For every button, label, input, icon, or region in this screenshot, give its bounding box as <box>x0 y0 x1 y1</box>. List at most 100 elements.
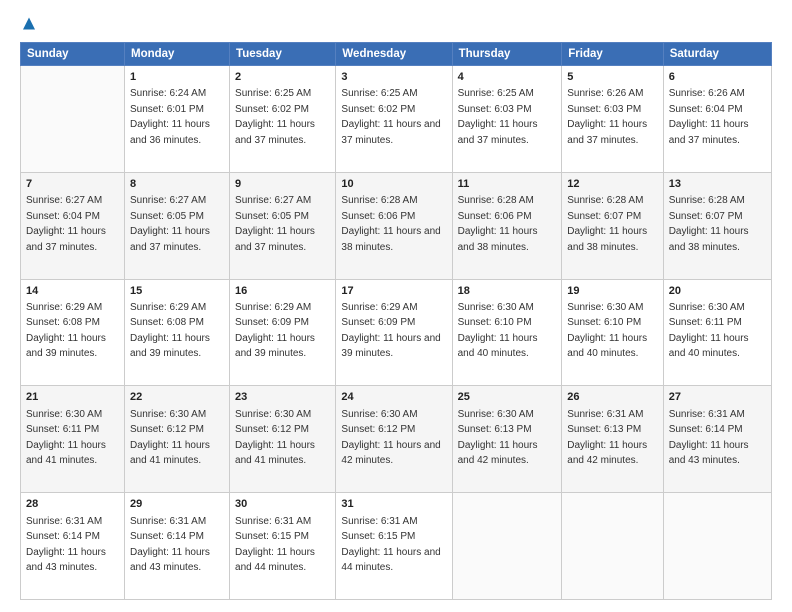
cell-info: Sunrise: 6:30 AMSunset: 6:11 PMDaylight:… <box>26 409 106 467</box>
week-row-2: 14 Sunrise: 6:29 AMSunset: 6:08 PMDayligh… <box>21 279 772 386</box>
cell-info: Sunrise: 6:25 AMSunset: 6:02 PMDaylight:… <box>341 88 440 146</box>
day-number: 23 <box>235 390 330 405</box>
day-number: 6 <box>669 70 766 85</box>
day-number: 5 <box>567 70 657 85</box>
cell-info: Sunrise: 6:30 AMSunset: 6:10 PMDaylight:… <box>567 302 647 360</box>
day-number: 24 <box>341 390 446 405</box>
calendar-cell: 14 Sunrise: 6:29 AMSunset: 6:08 PMDayligh… <box>21 279 125 386</box>
header <box>20 16 772 34</box>
calendar-cell <box>663 493 771 600</box>
cell-info: Sunrise: 6:25 AMSunset: 6:03 PMDaylight:… <box>458 88 538 146</box>
day-number: 26 <box>567 390 657 405</box>
calendar-cell: 13Sunrise: 6:28 AMSunset: 6:07 PMDayligh… <box>663 172 771 279</box>
day-number: 14 <box>26 284 119 299</box>
day-number: 22 <box>130 390 224 405</box>
calendar-cell: 18 Sunrise: 6:30 AMSunset: 6:10 PMDayligh… <box>452 279 562 386</box>
day-number: 2 <box>235 70 330 85</box>
logo <box>20 16 42 34</box>
day-number: 18 <box>458 284 557 299</box>
cell-info: Sunrise: 6:30 AMSunset: 6:12 PMDaylight:… <box>341 409 440 467</box>
logo-icon <box>20 16 38 34</box>
day-number: 31 <box>341 497 446 512</box>
cell-info: Sunrise: 6:30 AMSunset: 6:10 PMDaylight:… <box>458 302 538 360</box>
week-row-4: 28 Sunrise: 6:31 AMSunset: 6:14 PMDayligh… <box>21 493 772 600</box>
cell-info: Sunrise: 6:27 AMSunset: 6:05 PMDaylight:… <box>235 195 315 253</box>
calendar-cell: 23 Sunrise: 6:30 AMSunset: 6:12 PMDayligh… <box>230 386 336 493</box>
calendar-cell: 21 Sunrise: 6:30 AMSunset: 6:11 PMDayligh… <box>21 386 125 493</box>
cell-info: Sunrise: 6:31 AMSunset: 6:15 PMDaylight:… <box>235 516 315 574</box>
cell-info: Sunrise: 6:24 AMSunset: 6:01 PMDaylight:… <box>130 88 210 146</box>
calendar-cell: 28 Sunrise: 6:31 AMSunset: 6:14 PMDayligh… <box>21 493 125 600</box>
week-row-1: 7 Sunrise: 6:27 AMSunset: 6:04 PMDaylight… <box>21 172 772 279</box>
cell-info: Sunrise: 6:29 AMSunset: 6:08 PMDaylight:… <box>130 302 210 360</box>
calendar-cell: 29Sunrise: 6:31 AMSunset: 6:14 PMDayligh… <box>125 493 230 600</box>
calendar-table: SundayMondayTuesdayWednesdayThursdayFrid… <box>20 42 772 600</box>
col-header-friday: Friday <box>562 43 663 66</box>
day-number: 27 <box>669 390 766 405</box>
calendar-cell: 17 Sunrise: 6:29 AMSunset: 6:09 PMDayligh… <box>336 279 452 386</box>
day-number: 28 <box>26 497 119 512</box>
calendar-cell <box>21 66 125 173</box>
cell-info: Sunrise: 6:29 AMSunset: 6:08 PMDaylight:… <box>26 302 106 360</box>
cell-info: Sunrise: 6:25 AMSunset: 6:02 PMDaylight:… <box>235 88 315 146</box>
cell-info: Sunrise: 6:30 AMSunset: 6:13 PMDaylight:… <box>458 409 538 467</box>
calendar-cell: 8Sunrise: 6:27 AMSunset: 6:05 PMDaylight… <box>125 172 230 279</box>
calendar-cell: 16 Sunrise: 6:29 AMSunset: 6:09 PMDayligh… <box>230 279 336 386</box>
calendar-cell: 10 Sunrise: 6:28 AMSunset: 6:06 PMDayligh… <box>336 172 452 279</box>
day-number: 16 <box>235 284 330 299</box>
day-number: 12 <box>567 177 657 192</box>
col-header-wednesday: Wednesday <box>336 43 452 66</box>
calendar-cell: 2 Sunrise: 6:25 AMSunset: 6:02 PMDaylight… <box>230 66 336 173</box>
col-header-thursday: Thursday <box>452 43 562 66</box>
calendar-cell: 5 Sunrise: 6:26 AMSunset: 6:03 PMDaylight… <box>562 66 663 173</box>
cell-info: Sunrise: 6:29 AMSunset: 6:09 PMDaylight:… <box>235 302 315 360</box>
day-number: 11 <box>458 177 557 192</box>
day-number: 3 <box>341 70 446 85</box>
cell-info: Sunrise: 6:31 AMSunset: 6:15 PMDaylight:… <box>341 516 440 574</box>
calendar-cell: 11 Sunrise: 6:28 AMSunset: 6:06 PMDayligh… <box>452 172 562 279</box>
day-number: 25 <box>458 390 557 405</box>
day-number: 20 <box>669 284 766 299</box>
day-number: 29 <box>130 497 224 512</box>
cell-info: Sunrise: 6:26 AMSunset: 6:03 PMDaylight:… <box>567 88 647 146</box>
day-number: 4 <box>458 70 557 85</box>
calendar-cell: 30 Sunrise: 6:31 AMSunset: 6:15 PMDayligh… <box>230 493 336 600</box>
day-number: 30 <box>235 497 330 512</box>
cell-info: Sunrise: 6:31 AMSunset: 6:14 PMDaylight:… <box>26 516 106 574</box>
calendar-cell: 12 Sunrise: 6:28 AMSunset: 6:07 PMDayligh… <box>562 172 663 279</box>
day-number: 17 <box>341 284 446 299</box>
day-number: 13 <box>669 177 766 192</box>
calendar-cell: 22Sunrise: 6:30 AMSunset: 6:12 PMDayligh… <box>125 386 230 493</box>
cell-info: Sunrise: 6:28 AMSunset: 6:06 PMDaylight:… <box>458 195 538 253</box>
day-number: 7 <box>26 177 119 192</box>
cell-info: Sunrise: 6:29 AMSunset: 6:09 PMDaylight:… <box>341 302 440 360</box>
calendar-cell: 20Sunrise: 6:30 AMSunset: 6:11 PMDayligh… <box>663 279 771 386</box>
calendar-cell: 1Sunrise: 6:24 AMSunset: 6:01 PMDaylight… <box>125 66 230 173</box>
cell-info: Sunrise: 6:31 AMSunset: 6:13 PMDaylight:… <box>567 409 647 467</box>
calendar-cell: 19Sunrise: 6:30 AMSunset: 6:10 PMDayligh… <box>562 279 663 386</box>
col-header-tuesday: Tuesday <box>230 43 336 66</box>
day-number: 10 <box>341 177 446 192</box>
week-row-0: 1Sunrise: 6:24 AMSunset: 6:01 PMDaylight… <box>21 66 772 173</box>
calendar-cell: 25 Sunrise: 6:30 AMSunset: 6:13 PMDayligh… <box>452 386 562 493</box>
cell-info: Sunrise: 6:31 AMSunset: 6:14 PMDaylight:… <box>669 409 749 467</box>
calendar-cell: 4 Sunrise: 6:25 AMSunset: 6:03 PMDaylight… <box>452 66 562 173</box>
col-header-monday: Monday <box>125 43 230 66</box>
calendar-cell: 26 Sunrise: 6:31 AMSunset: 6:13 PMDayligh… <box>562 386 663 493</box>
calendar-cell: 9 Sunrise: 6:27 AMSunset: 6:05 PMDaylight… <box>230 172 336 279</box>
calendar-cell: 15 Sunrise: 6:29 AMSunset: 6:08 PMDayligh… <box>125 279 230 386</box>
cell-info: Sunrise: 6:28 AMSunset: 6:07 PMDaylight:… <box>567 195 647 253</box>
calendar-cell: 6 Sunrise: 6:26 AMSunset: 6:04 PMDaylight… <box>663 66 771 173</box>
calendar-cell <box>562 493 663 600</box>
col-header-saturday: Saturday <box>663 43 771 66</box>
cell-info: Sunrise: 6:26 AMSunset: 6:04 PMDaylight:… <box>669 88 749 146</box>
calendar-cell: 3 Sunrise: 6:25 AMSunset: 6:02 PMDaylight… <box>336 66 452 173</box>
cell-info: Sunrise: 6:28 AMSunset: 6:06 PMDaylight:… <box>341 195 440 253</box>
calendar-cell: 31 Sunrise: 6:31 AMSunset: 6:15 PMDayligh… <box>336 493 452 600</box>
day-number: 9 <box>235 177 330 192</box>
day-number: 21 <box>26 390 119 405</box>
cell-info: Sunrise: 6:27 AMSunset: 6:04 PMDaylight:… <box>26 195 106 253</box>
day-number: 15 <box>130 284 224 299</box>
cell-info: Sunrise: 6:30 AMSunset: 6:12 PMDaylight:… <box>235 409 315 467</box>
day-number: 8 <box>130 177 224 192</box>
